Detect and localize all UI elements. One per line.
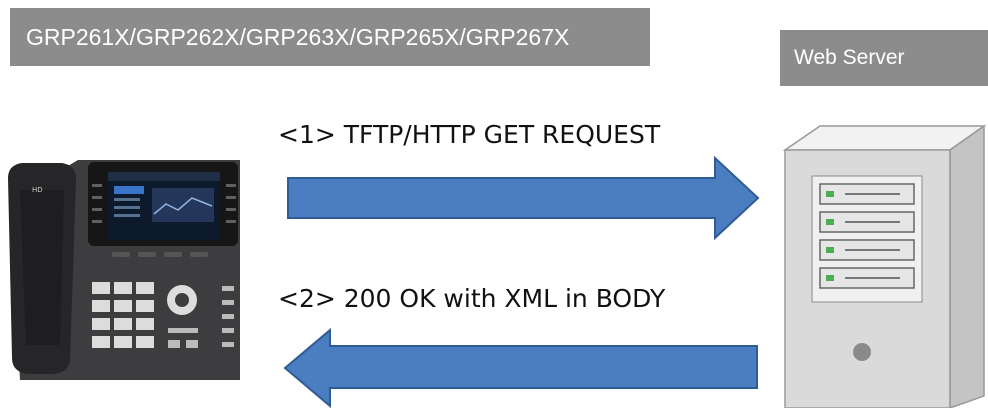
response-arrow: [283, 327, 758, 408]
svg-text:HD: HD: [32, 186, 43, 194]
request-arrow: [287, 155, 760, 241]
server-tower-icon: [782, 124, 987, 408]
ip-phone-icon: HD: [8, 160, 240, 380]
flow-diagram: HD: [8, 124, 987, 408]
